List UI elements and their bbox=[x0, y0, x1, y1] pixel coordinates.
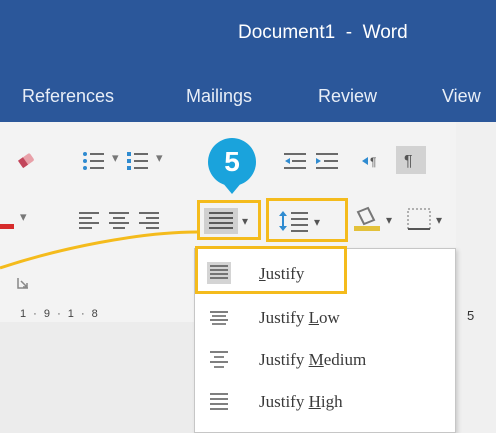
step-badge: 5 bbox=[208, 138, 256, 186]
callout-connector bbox=[0, 230, 198, 270]
